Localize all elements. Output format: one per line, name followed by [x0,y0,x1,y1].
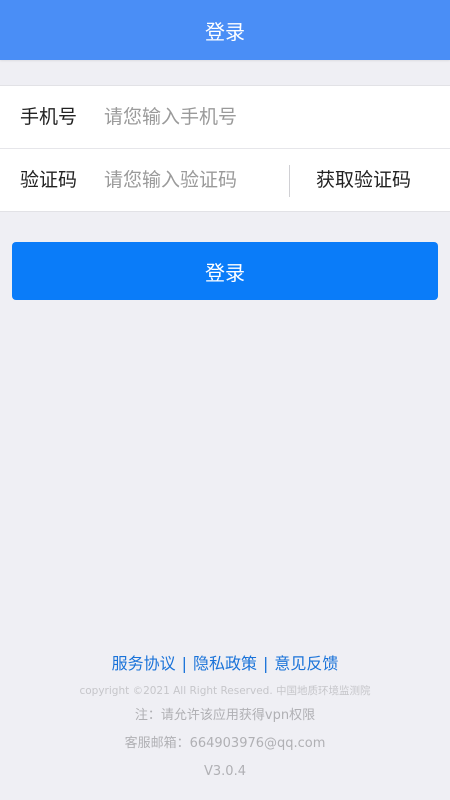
login-form: 手机号 验证码 获取验证码 [0,85,450,212]
page-title: 登录 [205,19,245,44]
phone-label: 手机号 [20,106,78,128]
phone-input[interactable] [104,97,424,137]
login-button[interactable]: 登录 [12,242,438,300]
service-agreement-link[interactable]: 服务协议 [112,654,176,673]
vpn-note: 注：请允许该应用获得vpn权限 [134,708,316,723]
vertical-separator [289,165,290,197]
phone-row: 手机号 [0,86,450,148]
footer: 服务协议 | 隐私政策 | 意见反馈 copyright ©2021 All Right… [0,648,450,786]
get-code-button[interactable]: 获取验证码 [316,149,411,211]
app-version: V3.0.4 [204,764,246,779]
link-separator: | [263,654,269,673]
verification-code-input[interactable] [104,160,279,200]
code-row: 验证码 获取验证码 [0,149,450,211]
footer-links: 服务协议 | 隐私政策 | 意见反馈 [0,648,450,680]
feedback-link[interactable]: 意见反馈 [274,654,338,673]
privacy-policy-link[interactable]: 隐私政策 [193,654,257,673]
code-label: 验证码 [20,169,78,191]
link-separator: | [181,654,187,673]
copyright-text: copyright ©2021 All Right Reserved. 中国地质… [79,685,371,697]
support-email: 客服邮箱：664903976@qq.com [124,736,326,751]
app-header: 登录 [0,0,450,60]
